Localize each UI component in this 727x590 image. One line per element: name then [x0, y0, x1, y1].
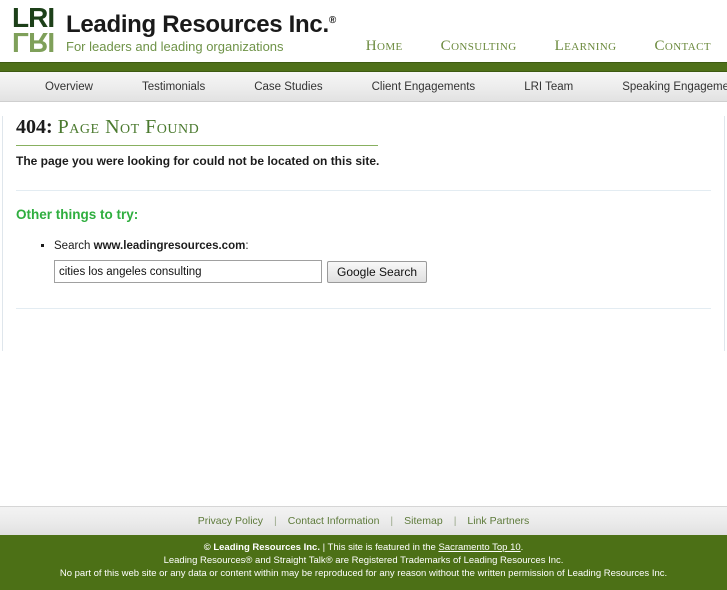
- footer-trademark-line: Leading Resources® and Straight Talk® ar…: [163, 555, 564, 566]
- secondary-nav: Overview Testimonials Case Studies Clien…: [0, 72, 727, 102]
- section-divider-bottom: [16, 308, 711, 309]
- registered-mark-icon: ®: [328, 15, 336, 26]
- site-header: LRI LRI Leading Resources Inc.® For lead…: [0, 0, 727, 62]
- topnav-item-contact[interactable]: Contact: [654, 38, 711, 55]
- footer-copyright-text: © Leading Resources Inc.: [203, 542, 320, 553]
- suggestions-list: Search www.leadingresources.com:: [16, 240, 711, 252]
- topnav-item-learning[interactable]: Learning: [555, 38, 617, 55]
- search-label-suffix: :: [245, 240, 249, 252]
- footer-legal: © Leading Resources Inc. | This site is …: [0, 535, 727, 590]
- google-search-button[interactable]: Google Search: [327, 260, 428, 283]
- subnav-item-client-engagements[interactable]: Client Engagements: [372, 81, 476, 93]
- header-green-divider: [0, 62, 727, 72]
- topnav-item-home[interactable]: Home: [366, 38, 403, 55]
- footer-copyright-period: .: [520, 542, 524, 553]
- lri-logo-mirror-text: LRI: [12, 27, 55, 58]
- page-title: 404: Page Not Found: [16, 116, 711, 139]
- footer-nav: Privacy Policy | Contact Information | S…: [0, 506, 727, 535]
- footer-divider: |: [453, 515, 457, 527]
- primary-nav: Home Consulting Learning Contact: [366, 38, 711, 55]
- lri-logo-icon: LRI LRI: [12, 4, 60, 59]
- footer-link-link-partners[interactable]: Link Partners: [467, 515, 529, 527]
- main-content: 404: Page Not Found The page you were lo…: [2, 116, 725, 351]
- error-phrase: Page Not Found: [57, 116, 200, 138]
- footer-copyright-line: © Leading Resources Inc. | This site is …: [8, 541, 719, 554]
- subnav-item-testimonials[interactable]: Testimonials: [142, 81, 205, 93]
- subnav-item-lri-team[interactable]: LRI Team: [524, 81, 573, 93]
- title-underline: [16, 145, 378, 146]
- search-label-site: www.leadingresources.com: [93, 240, 246, 252]
- search-label-prefix: Search: [54, 240, 94, 252]
- logo-company-name-text: Leading Resources Inc.: [66, 11, 329, 38]
- footer-link-privacy-policy[interactable]: Privacy Policy: [198, 515, 263, 527]
- footer-divider: |: [274, 515, 277, 527]
- list-item: Search www.leadingresources.com:: [54, 240, 711, 252]
- footer-divider: |: [390, 515, 394, 527]
- topnav-item-consulting[interactable]: Consulting: [441, 38, 517, 55]
- page-whitespace: [0, 351, 727, 506]
- subnav-item-case-studies[interactable]: Case Studies: [254, 81, 322, 93]
- footer-link-contact-information[interactable]: Contact Information: [288, 515, 380, 527]
- footer-link-sacramento-top-10[interactable]: Sacramento Top 10: [438, 542, 520, 553]
- error-code: 404:: [16, 116, 53, 138]
- subnav-item-overview[interactable]: Overview: [45, 81, 93, 93]
- subnav-item-speaking-engagements[interactable]: Speaking Engagements: [622, 81, 727, 93]
- footer-link-sitemap[interactable]: Sitemap: [404, 515, 443, 527]
- footer-featured-text: | This site is featured in the: [319, 542, 439, 553]
- logo-wordmark: Leading Resources Inc.® For leaders and …: [66, 4, 336, 55]
- search-input[interactable]: [54, 260, 322, 283]
- section-divider-top: [16, 190, 711, 191]
- logo-tagline: For leaders and leading organizations: [66, 39, 284, 54]
- footer-reproduction-line: No part of this web site or any data or …: [59, 568, 668, 579]
- site-logo[interactable]: LRI LRI Leading Resources Inc.® For lead…: [12, 4, 336, 59]
- error-description: The page you were looking for could not …: [16, 154, 380, 168]
- logo-company-name: Leading Resources Inc.®: [66, 8, 336, 38]
- suggestions-heading: Other things to try:: [16, 207, 139, 222]
- site-search-form: Google Search: [54, 260, 711, 283]
